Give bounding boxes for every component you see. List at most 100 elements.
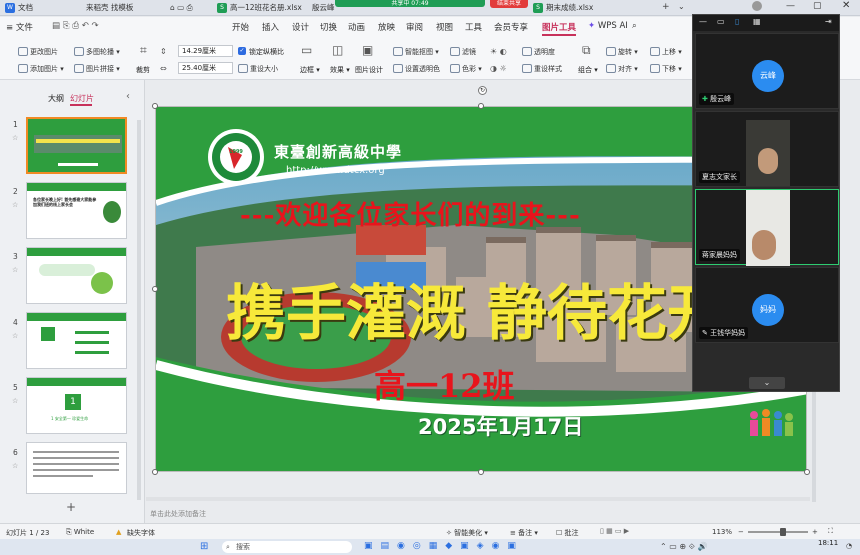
reset-size-button[interactable]: 重设大小 [238, 64, 278, 74]
new-tab-icon[interactable]: + [662, 2, 670, 12]
crop-button[interactable]: 裁剪 [136, 65, 150, 75]
zoom-slider[interactable] [748, 531, 808, 533]
zoom-in-icon[interactable]: + [812, 528, 818, 536]
tab-template[interactable]: 来稻壳 找模板 [80, 1, 162, 16]
horizontal-scrollbar[interactable] [146, 497, 810, 501]
rotate-button[interactable]: 旋转 ▾ [606, 47, 638, 57]
menu-view[interactable]: 视图 [436, 21, 453, 33]
slide-thumbnail-4[interactable] [26, 312, 127, 369]
expand-list-button[interactable]: ⌄ [749, 377, 785, 389]
resize-handle[interactable] [804, 469, 810, 475]
move-down-button[interactable]: 下移 ▾ [650, 64, 682, 74]
add-picture-button[interactable]: 添加图片 ▾ [18, 64, 64, 74]
menu-animation[interactable]: 动画 [348, 21, 365, 33]
notes-area[interactable]: 单击此处添加备注 [146, 505, 691, 523]
lock-ratio-checkbox[interactable]: ✓ [238, 47, 246, 55]
close-icon[interactable]: ✕ [842, 0, 850, 11]
combine-icon[interactable]: ⧉ [582, 43, 591, 58]
menu-review[interactable]: 审阅 [406, 21, 423, 33]
avatar[interactable] [752, 1, 762, 11]
maximize-icon[interactable]: ▢ [813, 1, 822, 11]
slide-thumbnail-6[interactable] [26, 442, 127, 494]
multi-carousel-button[interactable]: 多图轮播 ▾ [74, 47, 120, 57]
resize-handle[interactable] [152, 286, 158, 292]
slide-thumbnail-1[interactable] [26, 117, 127, 174]
picture-collage-button[interactable]: 图片拼接 ▾ [74, 64, 120, 74]
tab-slides[interactable]: 幻灯片 [70, 93, 94, 104]
zoom-level[interactable]: 113% [712, 528, 732, 536]
menu-picture-tools[interactable]: 图片工具 [542, 21, 576, 33]
star-icon[interactable]: ☆ [12, 201, 18, 209]
combine-button[interactable]: 组合 ▾ [578, 65, 598, 75]
speaker-view-icon[interactable]: ▯ [735, 17, 739, 26]
move-up-button[interactable]: 上移 ▾ [650, 47, 682, 57]
home-icon[interactable]: ⌂ ▭ ⎙ [170, 3, 193, 12]
notification-icon[interactable]: ◔ [846, 542, 852, 550]
height-input[interactable]: 14.29厘米 [178, 45, 233, 57]
menu-insert[interactable]: 插入 [262, 21, 279, 33]
resize-handle[interactable] [478, 469, 484, 475]
menu-member[interactable]: 会员专享 [494, 21, 528, 33]
comments-button[interactable]: ☐ 批注 [556, 528, 579, 538]
crop-icon[interactable]: ⌗ [140, 43, 147, 58]
zoom-slider-thumb[interactable] [780, 528, 786, 536]
window-icon[interactable]: ▭ [717, 17, 725, 26]
chevron-down-icon[interactable]: ⌄ [678, 2, 685, 11]
panel-scrollbar[interactable] [137, 120, 141, 500]
picture-design-button[interactable]: 图片设计 [355, 65, 383, 75]
notes-button[interactable]: ≡ 备注 ▾ [510, 528, 538, 538]
collapse-panel-icon[interactable]: ‹ [126, 91, 130, 102]
brightness-icon[interactable]: ☀ ◐ [490, 47, 507, 56]
add-slide-button[interactable]: + [66, 500, 76, 514]
star-icon[interactable]: ☆ [12, 462, 18, 470]
align-button[interactable]: 对齐 ▾ [606, 64, 638, 74]
set-transparent-button[interactable]: 设置透明色 [393, 64, 440, 74]
rotate-handle[interactable]: ↻ [478, 86, 487, 95]
reset-style-button[interactable]: 重设样式 [522, 64, 562, 74]
filter-button[interactable]: 滤镜 [450, 47, 476, 57]
contrast-icon[interactable]: ◑ ☼ [490, 64, 507, 73]
slide-thumbnail-5[interactable]: 1 1 安全第一 珍爱生命 [26, 377, 127, 434]
minimize-icon[interactable]: — [699, 17, 707, 26]
menu-tools[interactable]: 工具 [465, 21, 482, 33]
picture-design-icon[interactable]: ▣ [362, 43, 373, 57]
transparency-button[interactable]: 透明度 [522, 47, 555, 57]
change-picture-button[interactable]: 更改图片 [18, 47, 58, 57]
outline-icon[interactable]: ▭ [301, 43, 312, 57]
outline-button[interactable]: 边框 ▾ [300, 65, 320, 75]
taskbar-search[interactable]: ⌕ 搜索 [222, 541, 352, 553]
file-menu[interactable]: ≡ 文件 [6, 21, 33, 33]
participant-tile[interactable]: 妈妈 ✎ 王钱华妈妈 [695, 267, 839, 343]
resize-handle[interactable] [152, 469, 158, 475]
smart-matting-button[interactable]: 智能抠图 ▾ [393, 47, 439, 57]
menu-home[interactable]: 开始 [232, 21, 249, 33]
quick-access-icons[interactable]: ▤ ⎘ ⎙ ↶ ↷ [52, 21, 99, 31]
star-icon[interactable]: ☆ [12, 332, 18, 340]
effect-button[interactable]: 效果 ▾ [330, 65, 350, 75]
star-icon[interactable]: ☆ [12, 397, 18, 405]
color-button[interactable]: 色彩 ▾ [450, 64, 482, 74]
search-icon[interactable]: ⌕ [632, 21, 637, 31]
tab-documents[interactable]: W 文档 [2, 1, 62, 16]
star-icon[interactable]: ☆ [12, 266, 18, 274]
minimize-icon[interactable]: — [786, 1, 795, 11]
fit-window-icon[interactable]: ⛶ [828, 527, 833, 536]
end-share-button[interactable]: 结束共享 [490, 0, 528, 8]
resize-handle[interactable] [152, 103, 158, 109]
theme-name[interactable]: ⎘ White [66, 528, 94, 537]
system-tray-icons[interactable]: ⌃ ▭ ⊕ ⟐ 🔊 [660, 542, 707, 552]
participant-tile[interactable]: 夏志文家长 [695, 111, 839, 187]
zoom-out-icon[interactable]: − [738, 528, 744, 536]
menu-transition[interactable]: 切换 [320, 21, 337, 33]
participant-tile[interactable]: 蒋家晨妈妈 [695, 189, 839, 266]
grid-view-icon[interactable]: ▦ [753, 17, 761, 26]
width-input[interactable]: 25.40厘米 [178, 62, 233, 74]
windows-start-icon[interactable]: ⊞ [200, 541, 208, 552]
slide-thumbnail-3[interactable] [26, 247, 127, 304]
resize-handle[interactable] [478, 103, 484, 109]
menu-slideshow[interactable]: 放映 [378, 21, 395, 33]
collapse-icon[interactable]: ⇥ [825, 17, 832, 26]
missing-font-button[interactable]: 缺失字体 [127, 528, 155, 538]
star-icon[interactable]: ☆ [12, 134, 18, 142]
taskbar-app-icons[interactable]: ▣▤◉◎▦◆▣◈◉▣ [364, 541, 524, 551]
